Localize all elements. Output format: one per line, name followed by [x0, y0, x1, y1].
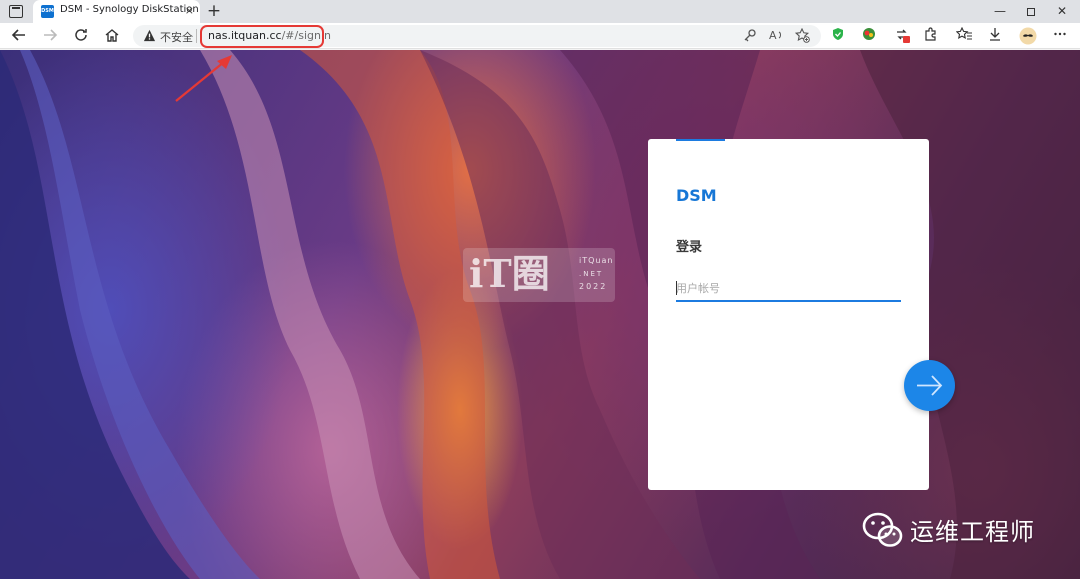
svg-text:A: A [769, 29, 777, 42]
dsm-login-page: iT圈 iTQuan .NET 2022 DSM 登录 运维工程师 [0, 50, 1080, 579]
more-icon [1054, 32, 1066, 36]
refresh-button[interactable] [72, 27, 90, 45]
puzzle-icon [925, 27, 936, 41]
address-bar[interactable]: 不安全 nas.itquan.cc/#/signin A [133, 25, 821, 47]
forward-arrow-icon [44, 29, 58, 41]
tab-actions-menu-icon[interactable] [9, 5, 23, 18]
favorites-button[interactable] [955, 26, 973, 45]
watermark-sub-year: 2022 [579, 282, 608, 291]
sync-extension-button[interactable] [893, 27, 911, 45]
profile-avatar[interactable] [1019, 27, 1037, 45]
login-heading: 登录 [676, 240, 703, 255]
refresh-icon [75, 29, 87, 41]
browser-toolbar: 不安全 nas.itquan.cc/#/signin A [0, 23, 1080, 49]
watermark-main: iT圈 [469, 251, 550, 296]
maximize-icon [1027, 7, 1035, 16]
browser-tab-dsm[interactable]: DSM DSM - Synology DiskStation × [33, 0, 200, 23]
url-text[interactable]: nas.itquan.cc/#/signin [208, 29, 331, 42]
read-aloud-icon[interactable]: A [769, 28, 785, 42]
back-arrow-icon [11, 29, 25, 41]
warning-icon [143, 29, 156, 42]
new-tab-button[interactable]: + [205, 0, 223, 22]
dsm-favicon-icon: DSM [41, 5, 54, 18]
watermark-logo: iT圈 iTQuan .NET 2022 [463, 248, 615, 302]
more-button[interactable] [1051, 27, 1069, 45]
watermark-sub-site: iTQuan [579, 256, 614, 265]
shield-icon [833, 28, 843, 40]
login-card: DSM 登录 [648, 139, 929, 490]
home-icon [105, 29, 119, 42]
security-status[interactable]: 不安全 [160, 29, 193, 45]
window-maximize-button[interactable] [1016, 0, 1046, 23]
globe-extension-icon [863, 28, 875, 40]
wechat-icon [862, 512, 903, 547]
watermark-sub-net: .NET [579, 270, 604, 278]
arrow-right-icon [917, 375, 943, 396]
forward-button[interactable] [41, 27, 59, 45]
url-separator [196, 29, 197, 43]
window-close-button[interactable]: ✕ [1047, 0, 1077, 23]
sync-extension-icon [897, 29, 910, 43]
download-icon [990, 28, 1000, 41]
tab-close-icon[interactable]: × [185, 3, 194, 19]
tab-strip: DSM DSM - Synology DiskStation × + — ✕ [0, 0, 1080, 23]
card-accent-bar [676, 139, 725, 141]
text-caret [676, 281, 677, 295]
username-input[interactable] [676, 276, 901, 302]
shield-extension-button[interactable] [829, 27, 847, 45]
tab-title: DSM - Synology DiskStation [60, 4, 199, 15]
url-path: /#/signin [281, 29, 331, 42]
home-button[interactable] [103, 27, 121, 45]
window-minimize-button[interactable]: — [985, 0, 1015, 23]
favorites-icon [955, 26, 972, 40]
login-next-button[interactable] [904, 360, 955, 411]
globe-extension-button[interactable] [860, 27, 878, 45]
extensions-button[interactable] [922, 27, 940, 45]
url-host: nas.itquan.cc [208, 29, 282, 42]
avatar-icon [1019, 27, 1037, 45]
dsm-brand-title: DSM [676, 186, 717, 205]
key-icon[interactable] [743, 28, 757, 42]
favorite-add-icon[interactable] [795, 28, 810, 43]
downloads-button[interactable] [986, 27, 1004, 45]
footer-brand-text: 运维工程师 [910, 518, 1035, 546]
back-button[interactable] [10, 27, 28, 45]
